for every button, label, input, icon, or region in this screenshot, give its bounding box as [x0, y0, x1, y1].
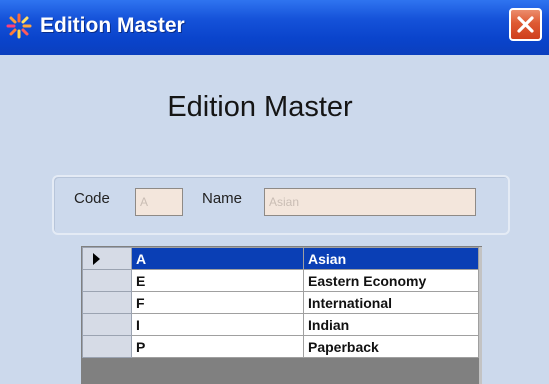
row-header[interactable] — [82, 269, 132, 292]
code-cell[interactable]: F — [131, 291, 304, 314]
name-cell[interactable]: Eastern Economy — [303, 269, 479, 292]
table-row[interactable]: A Asian — [82, 247, 479, 270]
edition-master-window: Edition Master Edition Master Code Name … — [0, 0, 549, 384]
name-label: Name — [202, 190, 243, 207]
row-header[interactable] — [82, 247, 132, 270]
name-input[interactable] — [264, 188, 476, 216]
current-row-arrow-icon — [93, 253, 100, 265]
name-cell[interactable]: Indian — [303, 313, 479, 336]
window-title: Edition Master — [40, 14, 185, 37]
table-row[interactable]: E Eastern Economy — [82, 269, 479, 292]
form-heading: Edition Master — [167, 91, 353, 123]
code-label: Code — [74, 190, 110, 207]
edition-table: A Asian E Eastern Economy F International I Ind… — [82, 247, 479, 358]
name-cell[interactable]: Paperback — [303, 335, 479, 358]
table-row[interactable]: I Indian — [82, 313, 479, 336]
code-cell[interactable]: A — [131, 247, 304, 270]
code-cell[interactable]: P — [131, 335, 304, 358]
close-button[interactable] — [509, 8, 542, 41]
name-cell[interactable]: International — [303, 291, 479, 314]
table-row[interactable]: P Paperback — [82, 335, 479, 358]
close-x-icon — [517, 16, 534, 33]
code-cell[interactable]: E — [131, 269, 304, 292]
table-row[interactable]: F International — [82, 291, 479, 314]
grid-scrollbar[interactable] — [479, 247, 482, 384]
row-header[interactable] — [82, 313, 132, 336]
sparkle-app-icon — [6, 13, 32, 39]
row-header[interactable] — [82, 291, 132, 314]
name-cell[interactable]: Asian — [303, 247, 479, 270]
code-cell[interactable]: I — [131, 313, 304, 336]
row-header[interactable] — [82, 335, 132, 358]
edition-grid[interactable]: A Asian E Eastern Economy F International I Ind… — [81, 246, 482, 384]
client-area: Edition Master Code Name AAsianEEastern … — [0, 55, 549, 384]
code-input[interactable] — [135, 188, 183, 216]
title-bar[interactable]: Edition Master — [0, 0, 549, 55]
